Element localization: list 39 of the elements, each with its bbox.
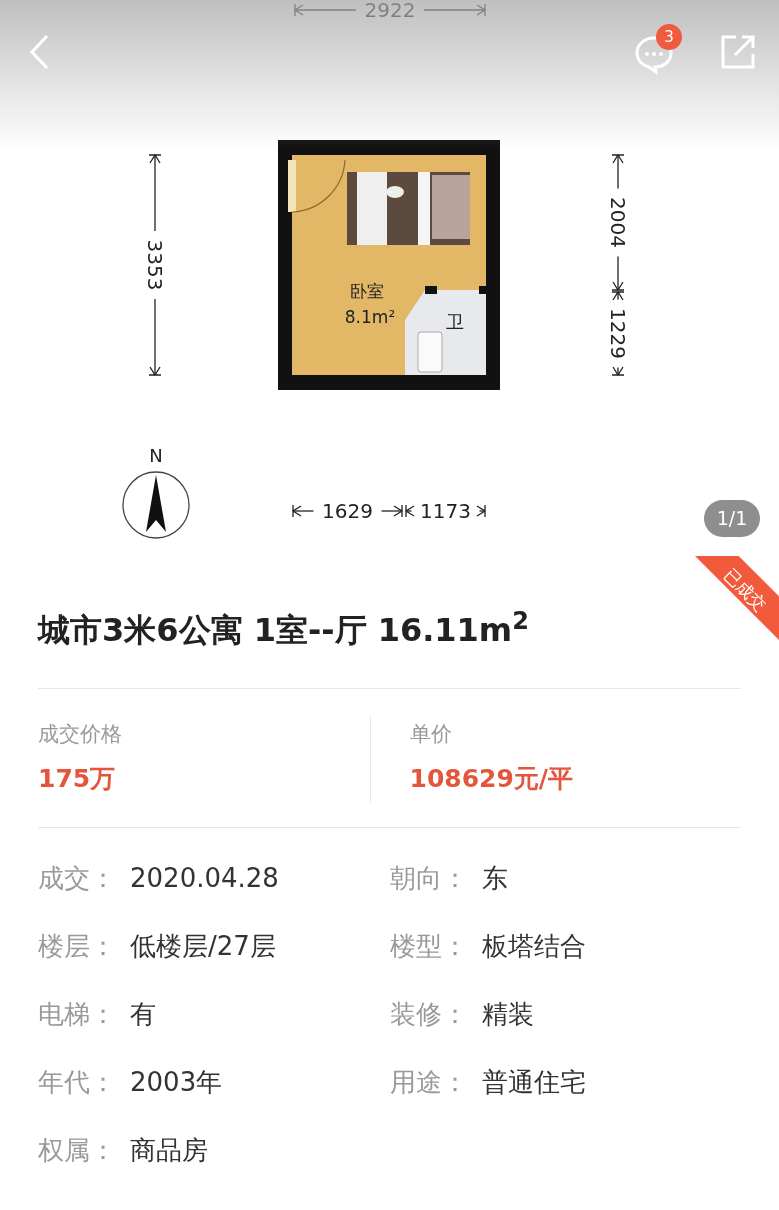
detail-value: 商品房 — [130, 1134, 208, 1167]
detail-value: 有 — [130, 998, 156, 1031]
detail-value: 低楼层/27层 — [130, 930, 276, 963]
dimension-line: 1173 — [404, 499, 487, 523]
status-ribbon: 已成交 — [695, 556, 779, 640]
detail-label: 成交： — [38, 862, 117, 895]
detail-label: 电梯： — [38, 998, 117, 1031]
dimension-line: 1229 — [606, 290, 630, 377]
price-label: 单价 — [409, 720, 453, 748]
detail-label: 装修： — [389, 998, 469, 1031]
detail-label: 楼层： — [38, 930, 117, 963]
detail-value: 精装 — [481, 998, 534, 1031]
price-value: 175万 — [38, 763, 117, 795]
dimension-line: 2922 — [293, 0, 487, 22]
dimension-line: 2004 — [606, 153, 630, 292]
detail-value: 2020.04.28 — [130, 862, 279, 895]
room-label: 卫 — [446, 311, 464, 332]
price-value: 108629元/平 — [409, 763, 574, 795]
compass-icon — [122, 471, 190, 539]
detail-value: 普通住宅 — [481, 1066, 586, 1099]
message-count-badge: 3 — [656, 24, 682, 50]
detail-label: 楼型： — [389, 930, 469, 963]
share-icon — [720, 34, 756, 70]
detail-value: 东 — [481, 862, 508, 895]
dimension-line: 1629 — [291, 499, 404, 523]
listing-title: 城市3米6公寓 1室--厅 16.11m$^{2}$ — [38, 610, 530, 650]
detail-label: 权属： — [38, 1134, 117, 1167]
image-counter: 1/1 — [704, 500, 760, 537]
detail-value: 板塔结合 — [481, 930, 586, 963]
detail-label: 朝向： — [389, 862, 469, 895]
back-icon — [29, 34, 49, 70]
detail-label: 用途： — [389, 1066, 469, 1099]
dimension-line: 3353 — [143, 153, 167, 377]
detail-value: 2003年 — [130, 1066, 223, 1099]
message-button[interactable]: 3 — [634, 22, 684, 76]
detail-label: 年代： — [38, 1066, 117, 1099]
price-label: 成交价格 — [38, 720, 123, 748]
room-label: 卧室 8.1m² — [344, 281, 396, 327]
compass-label: N — [149, 445, 163, 466]
